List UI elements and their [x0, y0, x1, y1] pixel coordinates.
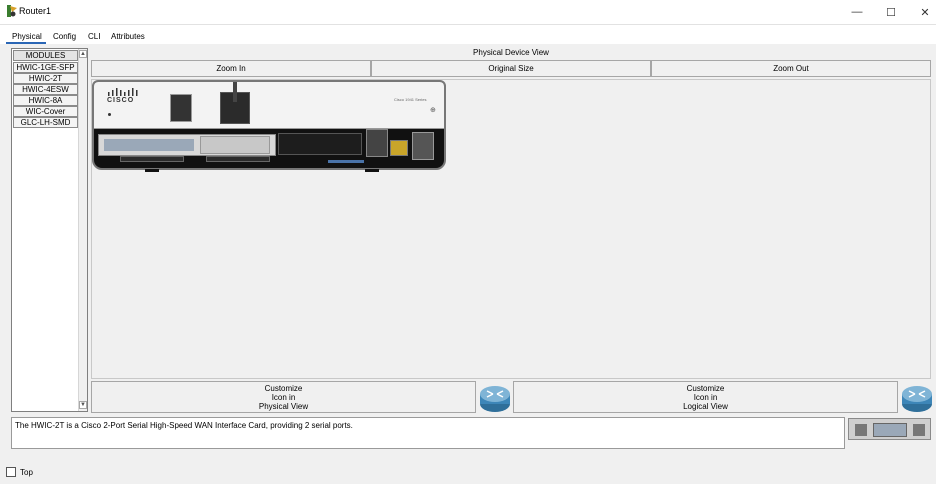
- router-chassis[interactable]: CISCO Cisco 1941 Series ⊕: [92, 80, 446, 170]
- gigabit-port-0: [390, 140, 408, 156]
- ehwic-slot-1[interactable]: [278, 133, 362, 155]
- compact-flash-slot-1: [206, 156, 270, 162]
- customize-physical-icon-button[interactable]: Customize Icon in Physical View: [91, 381, 476, 413]
- maximize-button[interactable]: ☐: [874, 0, 908, 24]
- ehwic-module-panel: [200, 136, 270, 154]
- minimize-button[interactable]: —: [840, 0, 874, 24]
- active-tab-indicator: [6, 42, 46, 44]
- module-description: The HWIC-2T is a Cisco 2-Port Serial Hig…: [11, 417, 845, 449]
- packet-tracer-icon: [7, 5, 17, 17]
- modules-list: MODULES HWIC-1GE-SFP HWIC-2T HWIC-4ESW H…: [11, 48, 88, 412]
- original-size-button[interactable]: Original Size: [371, 60, 651, 77]
- thumbnail-port: [913, 424, 925, 436]
- module-thumbnail: [848, 418, 931, 440]
- customize-logical-icon-button[interactable]: Customize Icon in Logical View: [513, 381, 898, 413]
- cisco-logo-icon: [108, 88, 138, 96]
- customize-label-line: Customize: [686, 383, 725, 393]
- module-item[interactable]: HWIC-2T: [13, 73, 78, 84]
- router-icon: [902, 386, 932, 412]
- customize-label-line: Icon in: [693, 392, 718, 402]
- title-bar: Router1 — ☐ ✕: [0, 0, 936, 24]
- console-ports: [366, 129, 388, 157]
- usb-port: [170, 94, 192, 122]
- scroll-down-icon[interactable]: ▼: [79, 401, 87, 409]
- router-foot-right: [365, 169, 379, 172]
- tab-cli[interactable]: CLI: [88, 32, 100, 41]
- led-indicator: [108, 113, 111, 116]
- window-title: Router1: [19, 6, 52, 16]
- module-item[interactable]: HWIC-4ESW: [13, 84, 78, 95]
- router-model-label: Cisco 1941 Series: [394, 97, 427, 102]
- top-label: Top: [20, 468, 33, 477]
- modules-header: MODULES: [13, 50, 78, 61]
- thumbnail-port: [855, 424, 867, 436]
- module-item[interactable]: HWIC-1GE-SFP: [13, 62, 78, 73]
- top-checkbox[interactable]: [6, 467, 16, 477]
- router-icon: [480, 386, 510, 412]
- ehwic-module-ports: [104, 139, 194, 151]
- scroll-up-icon[interactable]: ▲: [79, 50, 87, 58]
- zoom-in-button[interactable]: Zoom In: [91, 60, 371, 77]
- label-strip: [328, 160, 364, 163]
- router-front-panel: CISCO Cisco 1941 Series ⊕: [94, 82, 444, 129]
- customize-label-line: Icon in: [271, 392, 296, 402]
- modules-scrollbar[interactable]: ▲ ▼: [78, 49, 87, 411]
- compact-flash-slot-0: [120, 156, 184, 162]
- tab-config[interactable]: Config: [53, 32, 76, 41]
- power-switch-handle: [233, 82, 237, 102]
- module-item[interactable]: WIC-Cover: [13, 106, 78, 117]
- close-button[interactable]: ✕: [908, 0, 936, 24]
- thumbnail-port: [873, 423, 907, 437]
- ground-icon: ⊕: [430, 107, 436, 114]
- customize-label-line: Logical View: [683, 401, 728, 411]
- router-foot-left: [145, 169, 159, 172]
- module-item[interactable]: GLC-LH-SMD: [13, 117, 78, 128]
- zoom-out-button[interactable]: Zoom Out: [651, 60, 931, 77]
- physical-device-view-title: Physical Device View: [473, 48, 549, 57]
- customize-label-line: Physical View: [258, 401, 309, 411]
- gigabit-port-1: [412, 132, 434, 160]
- customize-label-line: Customize: [264, 383, 303, 393]
- tab-attributes[interactable]: Attributes: [111, 32, 145, 41]
- module-item[interactable]: HWIC-8A: [13, 95, 78, 106]
- tab-physical[interactable]: Physical: [12, 32, 42, 41]
- tab-bar: Physical Config CLI Attributes: [0, 24, 936, 44]
- router-brand-label: CISCO: [107, 97, 135, 104]
